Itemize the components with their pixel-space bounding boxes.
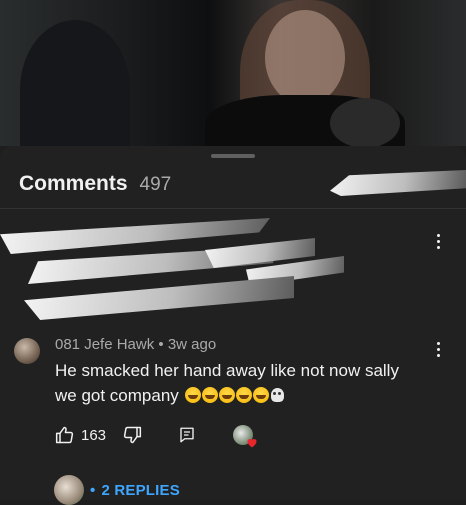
comment-text: He smacked her hand away like not now sa… (55, 358, 425, 408)
comment-author[interactable]: 081 Jefe Hawk (55, 336, 154, 353)
skull-emoji (270, 388, 284, 402)
replies-dot: • (90, 481, 96, 499)
grinning-squint-emoji (252, 387, 269, 403)
thumbs-down-icon[interactable] (122, 425, 142, 445)
comments-count: 497 (139, 174, 172, 195)
comments-header: Comments 497 (19, 172, 171, 196)
video-figure-left (20, 20, 130, 146)
video-player[interactable] (0, 0, 466, 146)
grinning-squint-emoji (184, 387, 201, 403)
redaction-scribble (330, 170, 466, 196)
creator-heart-icon[interactable] (230, 424, 257, 448)
video-figure-face (265, 10, 345, 105)
replies-label[interactable]: 2 REPLIES (101, 482, 180, 499)
redaction-scribble (24, 276, 294, 320)
divider (0, 208, 466, 209)
grinning-squint-emoji (218, 387, 235, 403)
comments-title: Comments (19, 172, 128, 195)
kebab-menu-icon[interactable] (435, 342, 441, 357)
comment-actions: 163 (55, 424, 257, 448)
comments-sheet: Comments 497 081 Jefe Hawk • 3w ago He s… (0, 146, 466, 505)
grinning-squint-emoji (201, 387, 218, 403)
video-figure-right (330, 98, 400, 146)
avatar[interactable] (14, 338, 40, 364)
thumbs-up-icon[interactable] (55, 425, 75, 445)
view-replies-button[interactable]: • 2 REPLIES (54, 475, 180, 505)
avatar (54, 475, 84, 505)
reply-icon[interactable] (178, 426, 196, 444)
kebab-menu-icon[interactable] (435, 234, 441, 249)
comment-meta: 081 Jefe Hawk • 3w ago (55, 336, 216, 353)
like-count: 163 (81, 426, 107, 444)
comment-time: 3w ago (167, 336, 217, 353)
grinning-squint-emoji (235, 387, 252, 403)
drag-handle[interactable] (211, 154, 255, 158)
meta-separator: • (158, 336, 164, 353)
